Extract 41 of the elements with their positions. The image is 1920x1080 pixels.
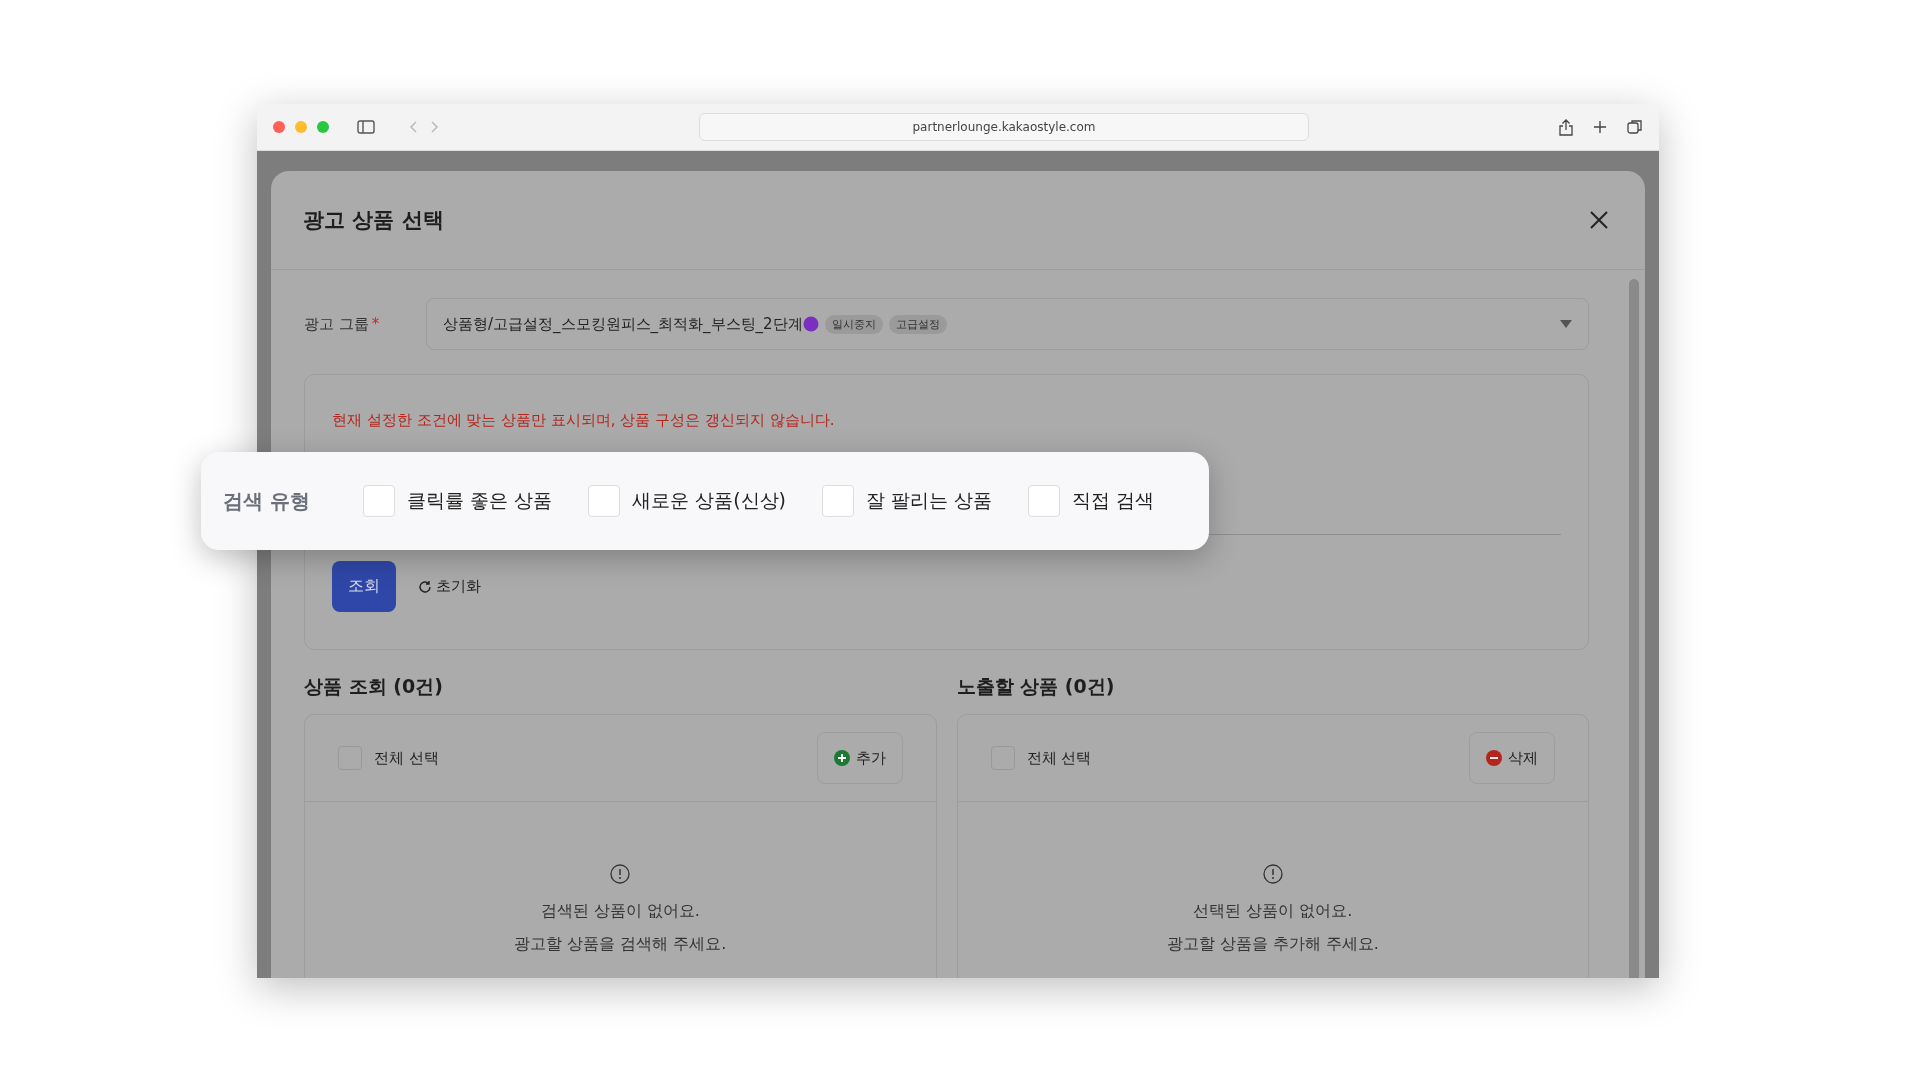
section-title: 노출할 상품 (0건) (956, 674, 1116, 699)
share-icon[interactable] (1559, 118, 1573, 136)
scrollbar[interactable] (1629, 279, 1639, 978)
maximize-window-icon[interactable] (317, 121, 329, 133)
sidebar-icon[interactable] (357, 120, 375, 134)
tabs-icon[interactable] (1627, 119, 1643, 135)
delete-button[interactable]: 삭제 (1469, 732, 1555, 784)
forward-icon[interactable] (429, 120, 439, 134)
option-label: 새로운 상품(신상) (632, 488, 786, 513)
modal-title: 광고 상품 선택 (303, 207, 444, 234)
option-label: 직접 검색 (1072, 488, 1155, 513)
option-label: 잘 팔리는 상품 (865, 488, 993, 513)
minimize-window-icon[interactable] (295, 121, 307, 133)
plus-icon[interactable] (1593, 120, 1607, 134)
status-tag: 고급설정 (888, 314, 947, 334)
empty-message: 선택된 상품이 없어요. (1192, 900, 1354, 922)
caret-icon (1560, 320, 1572, 328)
back-icon[interactable] (409, 120, 419, 134)
empty-message: 광고할 상품을 추가해 주세요. (1166, 933, 1379, 955)
status-tag: 일시중지 (824, 314, 883, 334)
notice-text: 현재 설정한 조건에 맞는 상품만 표시되며, 상품 구성은 갱신되지 않습니다. (332, 411, 836, 430)
checkbox-label: 전체 선택 (1026, 748, 1092, 768)
option-label: 클릭률 좋은 상품 (407, 488, 553, 513)
info-icon (1262, 864, 1283, 884)
info-icon (610, 864, 631, 884)
checkbox-label: 전체 선택 (374, 748, 439, 768)
address-bar[interactable]: partnerlounge.kakaostyle.com (699, 113, 1309, 141)
status-dot-icon (802, 316, 819, 332)
section-title: 상품 조회 (0건) (304, 674, 444, 699)
search-button[interactable]: 조회 (332, 561, 396, 612)
close-window-icon[interactable] (273, 121, 285, 133)
empty-message: 검색된 상품이 없어요. (539, 900, 701, 922)
ad-group-dropdown[interactable]: 상품형/고급설정_스모킹원피스_최적화_부스팅_2단계 일시중지 고급설정 (426, 298, 1589, 350)
field-label: 광고 그룹 * (304, 314, 381, 334)
minus-circle-icon (1486, 750, 1502, 766)
plus-circle-icon (833, 750, 850, 766)
reset-button[interactable]: 초기화 (418, 577, 481, 596)
search-type-label: 검색 유형 (223, 487, 311, 515)
add-button[interactable]: 추가 (816, 732, 903, 784)
refresh-icon (418, 579, 432, 594)
empty-message: 광고할 상품을 검색해 주세요. (514, 933, 727, 955)
